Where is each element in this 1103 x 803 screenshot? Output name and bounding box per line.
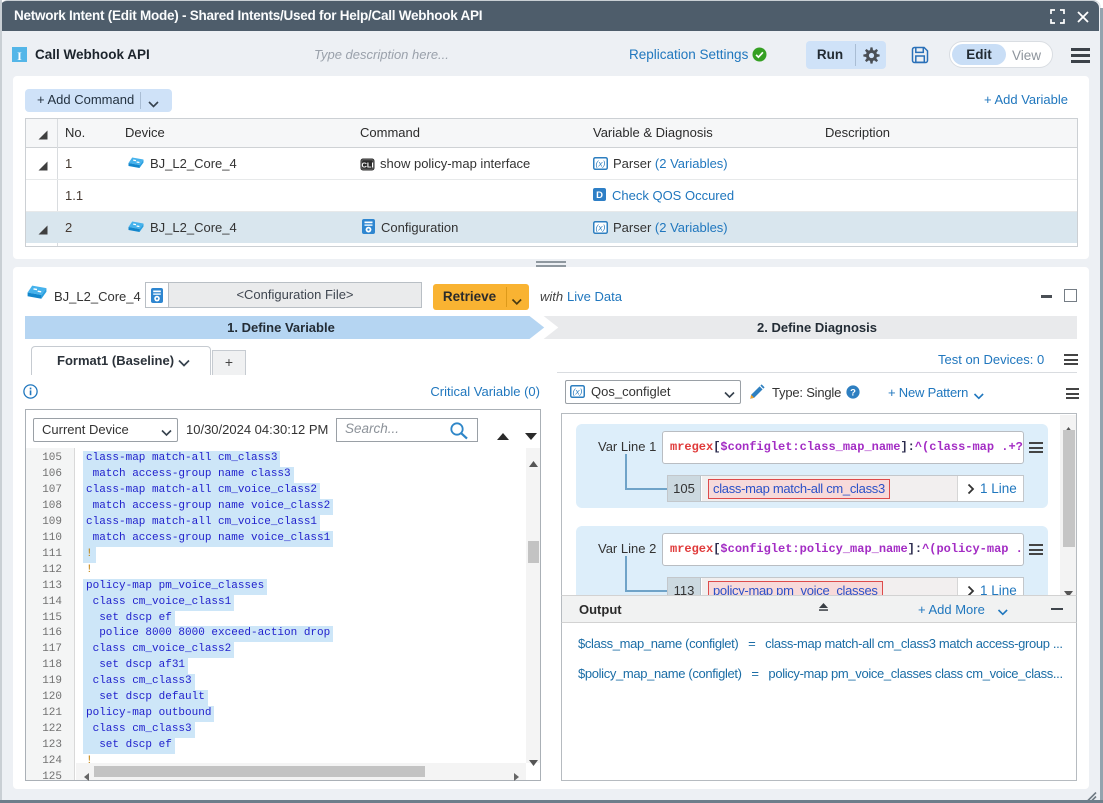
svg-text:?: ?	[850, 388, 856, 399]
svg-text:D: D	[596, 190, 603, 201]
svg-text:(x): (x)	[596, 158, 606, 168]
svg-text:CLI: CLI	[361, 160, 373, 169]
svg-text:(x): (x)	[596, 222, 606, 232]
svg-text:(x): (x)	[573, 386, 583, 396]
